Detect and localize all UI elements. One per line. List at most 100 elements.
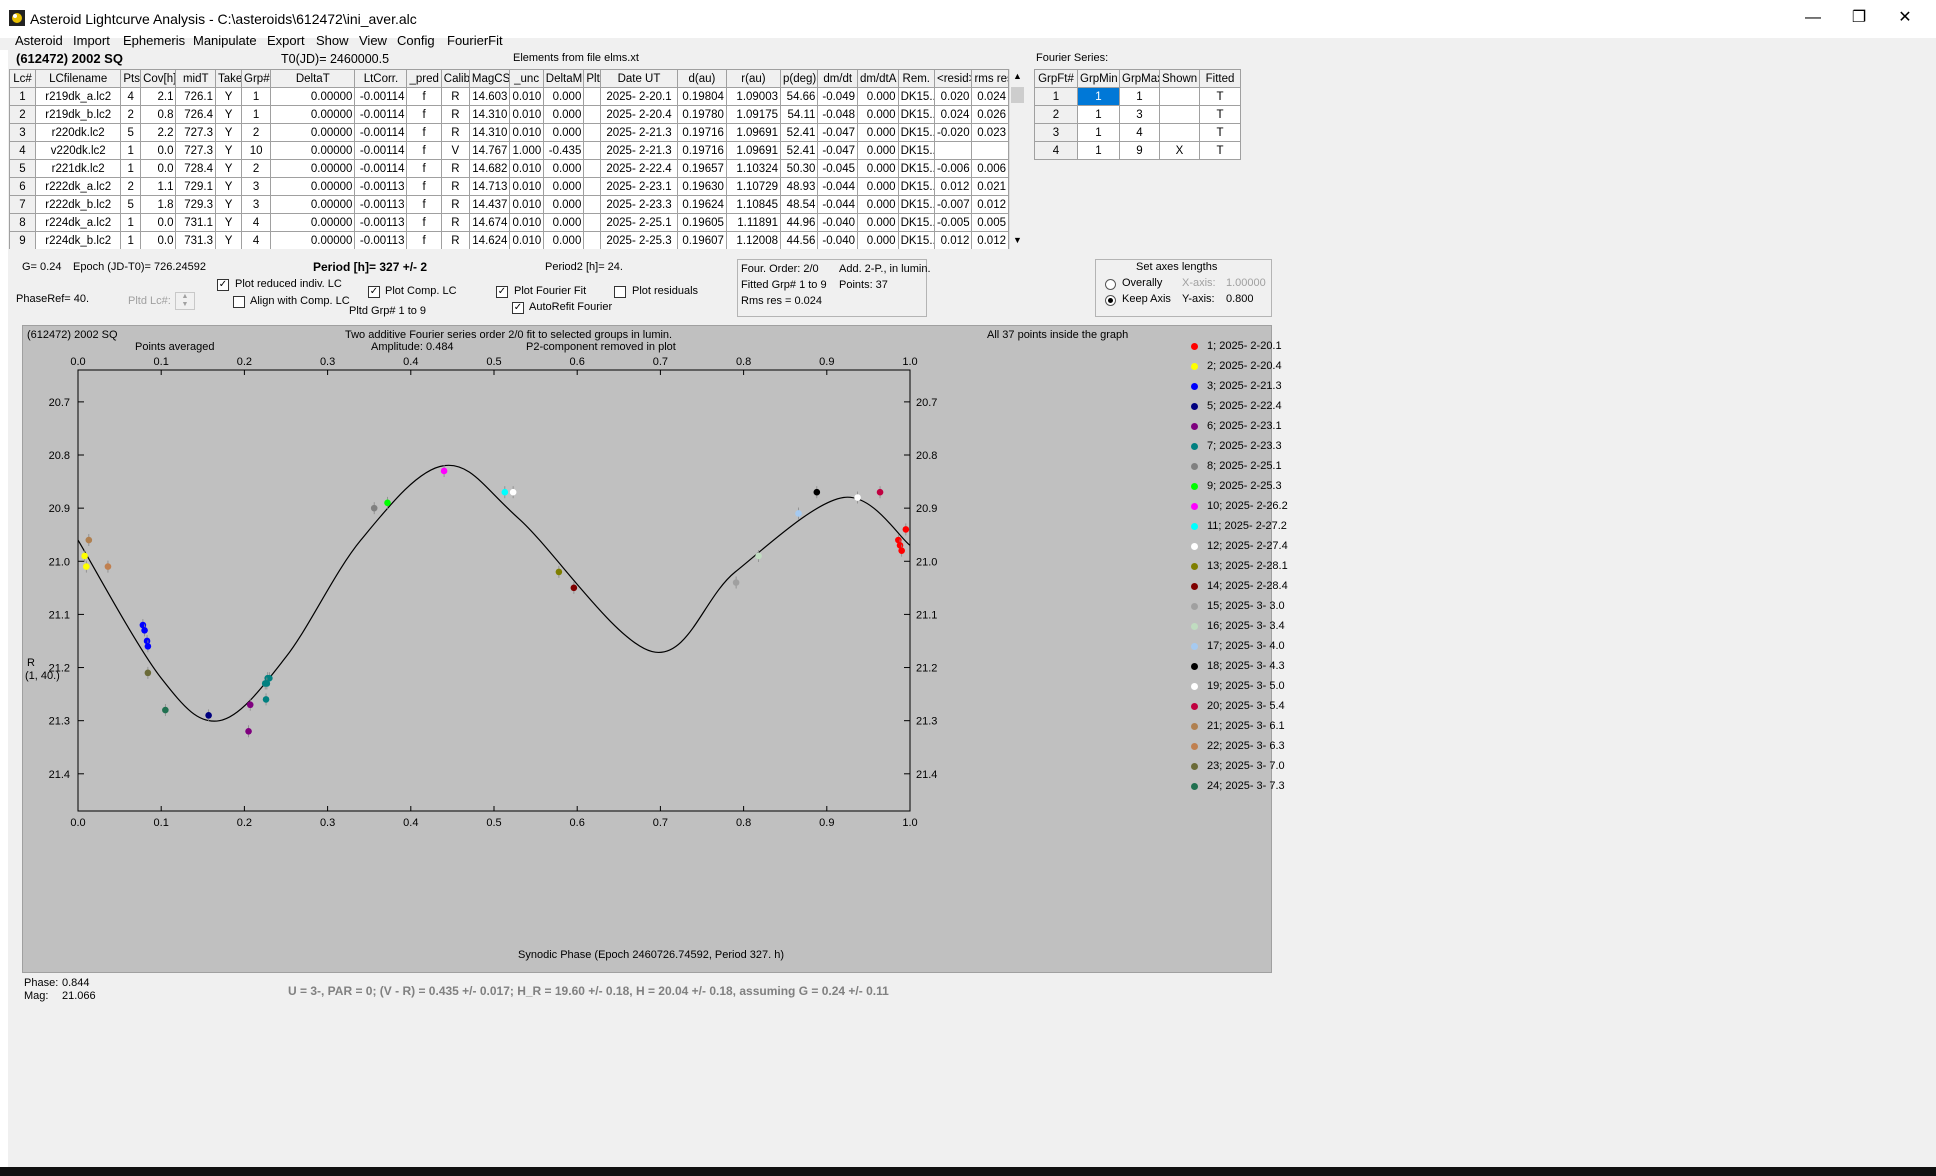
lc-table-cell[interactable]: f: [406, 231, 442, 249]
lc-table-cell[interactable]: 727.3: [175, 141, 217, 160]
fourier-table-cell[interactable]: 3: [1119, 105, 1160, 124]
period-value[interactable]: Period [h]= 327 +/- 2: [313, 260, 427, 274]
lc-table-cell[interactable]: 731.1: [175, 213, 217, 232]
lc-table-cell[interactable]: 0.00000: [270, 141, 356, 160]
lc-table-cell[interactable]: 2025- 2-20.1: [599, 87, 678, 106]
lc-table-cell[interactable]: -0.044: [817, 177, 858, 196]
menu-manipulate[interactable]: Manipulate: [193, 33, 257, 48]
lc-table-cell[interactable]: 1.1: [140, 177, 177, 196]
lc-table-cell[interactable]: R: [440, 123, 470, 142]
lc-table-cell[interactable]: 727.3: [175, 123, 217, 142]
fourier-table-column-header[interactable]: Shown: [1159, 69, 1200, 88]
lc-table-cell[interactable]: 14.674: [468, 213, 511, 232]
lc-table-cell[interactable]: 0.020: [933, 87, 973, 106]
lc-table-cell[interactable]: 0.010: [509, 159, 544, 178]
lc-table-cell[interactable]: 1.10324: [725, 159, 782, 178]
lc-table-cell[interactable]: DK15..: [897, 123, 935, 142]
lc-table-cell[interactable]: 0.000: [856, 159, 899, 178]
lc-table-cell[interactable]: 0.012: [933, 231, 973, 249]
scroll-thumb[interactable]: [1011, 87, 1024, 103]
fourier-table-cell[interactable]: T: [1199, 141, 1241, 160]
fourier-table-row[interactable]: 419XT: [1034, 141, 1241, 160]
lc-table-cell[interactable]: 0.000: [856, 123, 899, 142]
lc-table-cell[interactable]: r222dk_b.lc2: [35, 195, 122, 214]
lc-table-cell[interactable]: -0.049: [817, 87, 858, 106]
lc-table-cell[interactable]: [583, 159, 601, 178]
lc-table-cell[interactable]: r222dk_a.lc2: [35, 177, 122, 196]
lc-table-cell[interactable]: 44.56: [779, 231, 819, 249]
lc-table-cell[interactable]: 0.00000: [270, 123, 356, 142]
lc-table-cell[interactable]: 0.000: [856, 105, 899, 124]
lc-table-cell[interactable]: 5: [120, 195, 142, 214]
lc-table-cell[interactable]: [583, 231, 601, 249]
lc-table-cell[interactable]: Y: [215, 141, 243, 160]
lc-table-cell[interactable]: DK15..: [897, 159, 935, 178]
lc-table-cell[interactable]: 0.010: [509, 123, 544, 142]
lc-table-cell[interactable]: DK15..: [897, 213, 935, 232]
lc-table-cell[interactable]: DK15..: [897, 105, 935, 124]
lc-table-cell[interactable]: -0.007: [933, 195, 973, 214]
lc-table-cell[interactable]: 0.8: [140, 105, 177, 124]
lc-table-cell[interactable]: 14.310: [468, 123, 511, 142]
lc-table-column-header[interactable]: Plt: [583, 69, 601, 88]
fourier-table-column-header[interactable]: GrpMax: [1119, 69, 1160, 88]
lc-table-cell[interactable]: 0.00000: [270, 195, 356, 214]
lc-table-column-header[interactable]: d(au): [676, 69, 727, 88]
lc-table-cell[interactable]: f: [406, 87, 442, 106]
lc-table-cell[interactable]: R: [440, 105, 470, 124]
lc-table-cell[interactable]: 0.19607: [676, 231, 727, 249]
lc-table-row[interactable]: 5 r221dk.lc2 1 0.0 728.4 Y 2 0.00000 -0.00114 f R 1…: [9, 159, 1009, 178]
lc-table-cell[interactable]: 731.3: [175, 231, 217, 249]
menu-fourierfit[interactable]: FourierFit: [447, 33, 503, 48]
fourier-table-cell[interactable]: 3: [1034, 123, 1078, 142]
lc-table-cell[interactable]: 0.000: [542, 231, 585, 249]
lc-table-cell[interactable]: 5: [120, 123, 142, 142]
fourier-table-cell[interactable]: 1: [1077, 123, 1120, 142]
lc-table-cell[interactable]: 0.000: [856, 213, 899, 232]
lc-table-cell[interactable]: R: [440, 213, 470, 232]
lc-table-cell[interactable]: 3: [9, 123, 37, 142]
lc-table-cell[interactable]: [583, 177, 601, 196]
keep-axis-radio[interactable]: [1105, 295, 1116, 306]
lc-table-column-header[interactable]: p(deg): [779, 69, 819, 88]
lc-table-cell[interactable]: Y: [215, 231, 243, 249]
lc-table-cell[interactable]: 0.000: [542, 87, 585, 106]
lc-table-cell[interactable]: 1: [241, 105, 272, 124]
menu-show[interactable]: Show: [316, 33, 349, 48]
lc-table-cell[interactable]: R: [440, 231, 470, 249]
lc-table-cell[interactable]: 10: [241, 141, 272, 160]
scroll-down-icon[interactable]: ▼: [1013, 235, 1022, 245]
lc-table-cell[interactable]: -0.048: [817, 105, 858, 124]
fourier-table-cell[interactable]: 1: [1119, 87, 1160, 106]
fourier-table-column-header[interactable]: GrpMin: [1077, 69, 1120, 88]
lc-table-cell[interactable]: f: [406, 105, 442, 124]
lc-table-cell[interactable]: V: [440, 141, 470, 160]
lc-table-column-header[interactable]: dm/dtA: [856, 69, 899, 88]
fourier-table-cell[interactable]: 1: [1077, 141, 1120, 160]
lc-table-cell[interactable]: 0.000: [856, 141, 899, 160]
fourier-table-column-header[interactable]: Fitted: [1199, 69, 1241, 88]
lc-table-cell[interactable]: 0.000: [856, 87, 899, 106]
lc-table-cell[interactable]: Y: [215, 177, 243, 196]
lc-table-cell[interactable]: f: [406, 159, 442, 178]
lc-table-cell[interactable]: DK15..: [897, 87, 935, 106]
lc-table-column-header[interactable]: Pts: [120, 69, 142, 88]
lc-table-cell[interactable]: 54.11: [779, 105, 819, 124]
lc-table-cell[interactable]: 2: [9, 105, 37, 124]
lc-table-column-header[interactable]: Rem.: [897, 69, 935, 88]
lc-table-cell[interactable]: DK15..: [897, 177, 935, 196]
fourier-table-cell[interactable]: 1: [1077, 87, 1120, 106]
lightcurve-chart[interactable]: 0.0 0.0 0.1 0.1 0.2 0.2 0.3 0.3 0.4 0.4 0.5 0.5 0.6 0…: [23, 326, 1273, 974]
lc-table-cell[interactable]: 1: [241, 87, 272, 106]
lc-table-column-header[interactable]: MagCS: [468, 69, 511, 88]
fourier-table-cell[interactable]: 4: [1034, 141, 1078, 160]
overall-radio[interactable]: [1105, 279, 1116, 290]
lc-table-cell[interactable]: 0.000: [542, 159, 585, 178]
lc-table-cell[interactable]: 3: [241, 177, 272, 196]
pltd-grp-range[interactable]: Pltd Grp# 1 to 9: [349, 305, 426, 317]
lc-table-cell[interactable]: f: [406, 213, 442, 232]
lc-table-cell[interactable]: 729.3: [175, 195, 217, 214]
lc-table-cell[interactable]: 14.437: [468, 195, 511, 214]
lc-table-cell[interactable]: [583, 213, 601, 232]
lc-table-cell[interactable]: 6: [9, 177, 37, 196]
